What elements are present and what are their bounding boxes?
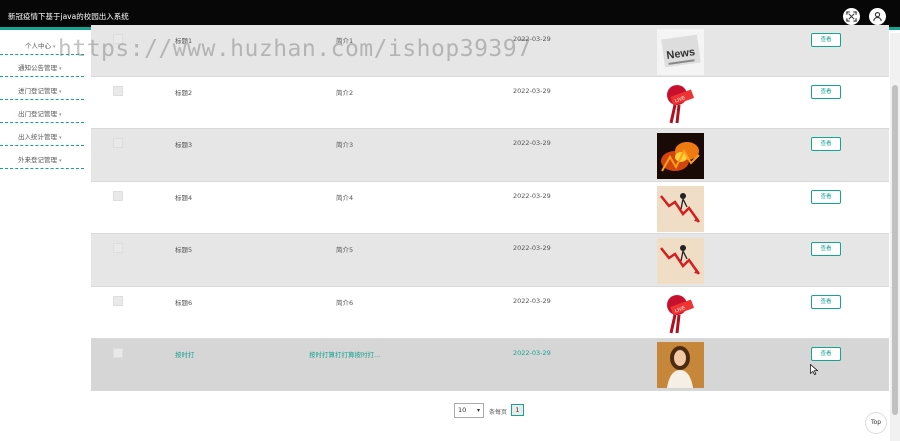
row-checkbox[interactable] xyxy=(113,86,123,96)
app-title: 新冠疫情下基于java的校园出入系统 xyxy=(8,12,129,21)
user-icon[interactable] xyxy=(869,8,886,25)
sidebar-item-label: 外来登记管理 xyxy=(18,156,57,164)
row-checkbox[interactable] xyxy=(113,243,123,253)
row-image-live-microphone: LIVE xyxy=(657,81,704,127)
table-row: 标题3 简介3 2022-03-29 查看 xyxy=(91,129,889,182)
chevron-down-icon: ▾ xyxy=(53,44,56,50)
view-button[interactable]: 查看 xyxy=(811,295,841,309)
chevron-down-icon: ▾ xyxy=(59,66,62,72)
sidebar-item-label: 个人中心 xyxy=(25,42,51,50)
row-image-falling-chart xyxy=(657,238,704,284)
row-date: 2022-03-29 xyxy=(513,297,551,305)
row-image-live-microphone: LIVE xyxy=(657,291,704,337)
table-row: 标题4 简介4 2022-03-29 查看 xyxy=(91,182,889,234)
sidebar-item-notice[interactable]: 通知公告管理 ▾ xyxy=(0,55,84,77)
row-date: 2022-03-29 xyxy=(513,244,551,252)
vertical-scrollbar[interactable] xyxy=(890,33,900,441)
back-to-top-button[interactable]: Top xyxy=(865,412,887,434)
row-title: 标题2 xyxy=(175,89,193,97)
row-intro: 简介4 xyxy=(336,194,354,202)
sidebar-item-label: 通知公告管理 xyxy=(18,64,57,72)
view-button[interactable]: 查看 xyxy=(811,137,841,151)
sidebar-item-statistics[interactable]: 出入统计管理 ▾ xyxy=(0,124,84,146)
row-title: 标题1 xyxy=(175,37,193,45)
row-checkbox[interactable] xyxy=(113,348,123,358)
table-row: 标题6 简介6 2022-03-29 LIVE 查看 xyxy=(91,287,889,339)
table-row: 标题2 简介2 2022-03-29 LIVE 查看 xyxy=(91,77,889,129)
table-row: 标题1 简介1 2022-03-29 News 查看 xyxy=(91,25,889,77)
row-image-falling-chart xyxy=(657,186,704,232)
view-button[interactable]: 查看 xyxy=(811,242,841,256)
row-checkbox[interactable] xyxy=(113,191,123,201)
scrollbar-thumb[interactable] xyxy=(892,85,898,415)
row-date: 2022-03-29 xyxy=(513,192,551,200)
chevron-down-icon: ▾ xyxy=(59,89,62,95)
table-row: 按时打 按时打算打打算按时打... 2022-03-29 查看 xyxy=(91,339,889,391)
page-size-select[interactable]: 10 ▾ xyxy=(454,403,484,418)
view-button[interactable]: 查看 xyxy=(811,33,841,47)
chevron-down-icon: ▾ xyxy=(59,158,62,164)
view-button[interactable]: 查看 xyxy=(811,190,841,204)
row-checkbox[interactable] xyxy=(113,138,123,148)
row-image-portrait xyxy=(657,342,704,388)
chevron-down-icon: ▾ xyxy=(59,135,62,141)
row-title: 标题5 xyxy=(175,246,193,254)
sidebar-item-exit[interactable]: 出门登记管理 ▾ xyxy=(0,101,84,123)
mouse-cursor-icon xyxy=(810,364,818,375)
row-intro: 按时打算打打算按时打... xyxy=(309,351,381,359)
row-date: 2022-03-29 xyxy=(513,139,551,147)
row-date: 2022-03-29 xyxy=(513,349,551,357)
sidebar-item-visitors[interactable]: 外来登记管理 ▾ xyxy=(0,147,84,169)
fullscreen-icon[interactable] xyxy=(843,8,860,25)
row-date: 2022-03-29 xyxy=(513,87,551,95)
data-table: 标题1 简介1 2022-03-29 News 查看 标题2 简介2 2022-… xyxy=(91,25,889,391)
chevron-down-icon: ▾ xyxy=(59,112,62,118)
row-title: 标题4 xyxy=(175,194,193,202)
row-intro: 简介1 xyxy=(336,37,354,45)
sidebar-item-label: 出门登记管理 xyxy=(18,110,57,118)
sidebar-item-label: 进门登记管理 xyxy=(18,87,57,95)
chevron-down-icon: ▾ xyxy=(476,407,480,414)
sidebar-item-label: 出入统计管理 xyxy=(18,133,57,141)
row-intro: 简介6 xyxy=(336,299,354,307)
row-date: 2022-03-29 xyxy=(513,35,551,43)
page-size-label: 条每页 xyxy=(489,409,508,416)
sidebar-item-personal-center[interactable]: 个人中心 ▾ xyxy=(0,33,84,55)
row-intro: 简介5 xyxy=(336,246,354,254)
view-button[interactable]: 查看 xyxy=(811,347,841,361)
row-image-fiery-text xyxy=(657,133,704,179)
table-row: 标题5 简介5 2022-03-29 查看 xyxy=(91,234,889,287)
row-title: 按时打 xyxy=(175,351,195,359)
row-intro: 简介3 xyxy=(336,141,354,149)
page-number-button[interactable]: 1 xyxy=(511,404,524,416)
sidebar-item-entry[interactable]: 进门登记管理 ▾ xyxy=(0,78,84,100)
page-size-value: 10 xyxy=(458,406,467,414)
row-intro: 简介2 xyxy=(336,89,354,97)
sidebar: 个人中心 ▾ 通知公告管理 ▾ 进门登记管理 ▾ 出门登记管理 ▾ 出入统计管理 ▾ 外来… xyxy=(0,33,88,441)
row-checkbox[interactable] xyxy=(113,34,123,44)
row-title: 标题6 xyxy=(175,299,193,307)
row-image-news: News xyxy=(657,29,704,75)
row-title: 标题3 xyxy=(175,141,193,149)
row-checkbox[interactable] xyxy=(113,296,123,306)
view-button[interactable]: 查看 xyxy=(811,85,841,99)
